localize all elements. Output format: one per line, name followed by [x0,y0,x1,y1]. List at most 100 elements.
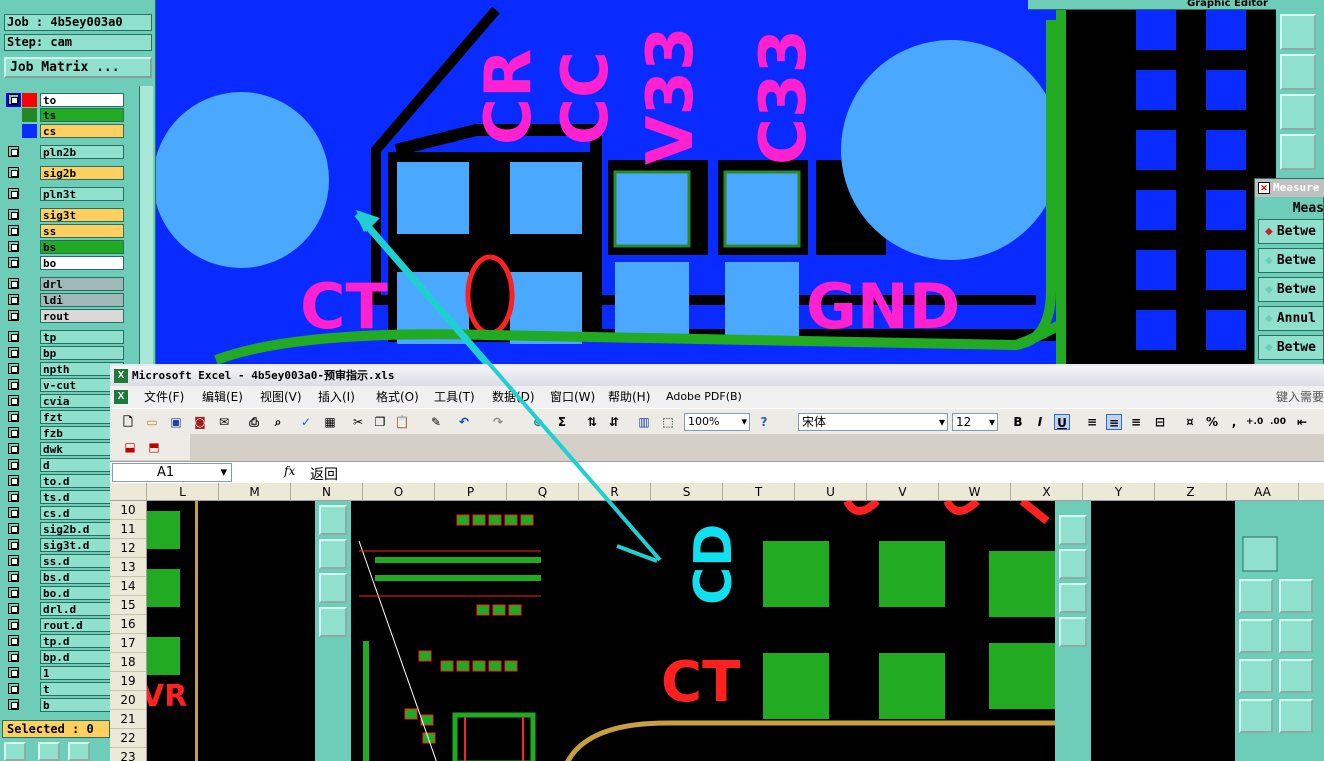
measure-option[interactable]: ◆ Betwe [1258,335,1324,360]
column-header[interactable]: U [795,483,867,501]
layer-checkbox[interactable] [8,427,19,438]
row-header[interactable]: 10 [110,501,146,520]
italic-icon[interactable]: I [1032,414,1048,430]
font-size-select[interactable]: 12 ▾ [952,413,998,431]
measure-option[interactable]: ◆ Betwe [1258,248,1324,273]
column-header[interactable]: L [147,483,219,501]
layer-row[interactable]: ts [6,108,124,122]
column-header[interactable]: W [939,483,1011,501]
layer-name[interactable]: drl [40,277,124,291]
layer-name[interactable]: tp [40,330,124,344]
layer-row[interactable]: t [6,682,124,696]
zoom-home-icon[interactable] [1280,14,1316,50]
pad-icon[interactable] [1239,699,1273,733]
layer-name[interactable]: to [40,93,124,107]
layer-name[interactable]: bp [40,346,124,360]
menu-edit[interactable]: 编辑(E) [202,386,243,408]
row-header[interactable]: 23 [110,748,146,761]
layer-row[interactable]: drl [6,277,124,291]
sheet-grid[interactable]: CD CT VR [147,501,1324,761]
comma-icon[interactable]: , [1226,414,1242,430]
permission-icon[interactable]: ◙ [192,414,208,430]
layer-checkbox[interactable] [8,278,19,289]
layer-checkbox[interactable] [8,539,19,550]
open-icon[interactable]: ▭ [144,414,160,430]
layer-row[interactable]: bo.d [6,586,124,600]
column-header[interactable]: Z [1155,483,1227,501]
layer-checkbox[interactable] [8,523,19,534]
row-header[interactable]: 15 [110,596,146,615]
layer-color-swatch[interactable] [22,93,37,107]
layer-name[interactable]: cs [40,124,124,138]
column-header[interactable]: X [1011,483,1083,501]
fx-icon[interactable]: fx [284,464,295,478]
layer-color-swatch[interactable] [22,108,37,122]
column-header[interactable]: AA [1227,483,1299,501]
layer-checkbox[interactable] [8,603,19,614]
layer-row[interactable]: rout.d [6,618,124,632]
layer-row[interactable]: sig3t.d [6,538,124,552]
row-header[interactable]: 16 [110,615,146,634]
layer-row[interactable]: 1 [6,666,124,680]
excel-title-bar[interactable]: X Microsoft Excel - 4b5ey003a0-预审指示.xls [110,366,1324,386]
column-header[interactable]: M [219,483,291,501]
layer-row[interactable]: v-cut [6,378,124,392]
menu-adobe-pdf[interactable]: Adobe PDF(B) [666,386,742,408]
row-header[interactable]: 11 [110,520,146,539]
pointer-icon[interactable] [1279,579,1313,613]
zoom-select[interactable]: 100% ▾ [684,413,750,431]
layer-checkbox[interactable] [8,683,19,694]
layer-row[interactable]: tp [6,330,124,344]
layer-checkbox[interactable] [8,209,19,220]
layer-color-swatch[interactable] [22,124,37,138]
measure-icon[interactable] [1280,134,1316,170]
layer-name[interactable]: pln3t [40,187,124,201]
currency-icon[interactable]: ¤ [1182,414,1198,430]
indent-icon[interactable]: ⇤ [1294,414,1310,430]
row-header[interactable]: 13 [110,558,146,577]
layer-checkbox[interactable] [8,443,19,454]
layer-checkbox[interactable] [8,475,19,486]
close-icon[interactable]: ✕ [1258,182,1270,194]
align-left-icon[interactable]: ≡ [1084,414,1100,430]
row-header[interactable]: 18 [110,653,146,672]
layer-name[interactable]: pln2b [40,145,124,159]
layer-checkbox[interactable] [8,94,19,105]
zoom-fit-icon[interactable] [1059,583,1087,613]
layer-row[interactable]: b [6,698,124,712]
measure-option[interactable]: ◆ Annul [1258,306,1324,331]
cross-icon[interactable] [1279,619,1313,653]
layer-row[interactable]: bp.d [6,650,124,664]
row-header[interactable]: 12 [110,539,146,558]
layer-row[interactable]: bs [6,240,124,254]
layer-checkbox[interactable] [8,651,19,662]
layer-checkbox[interactable] [8,257,19,268]
layer-checkbox[interactable] [8,379,19,390]
layer-color-swatch[interactable] [6,108,21,122]
row-header[interactable]: 19 [110,672,146,691]
layer-checkbox[interactable] [8,587,19,598]
layer-name[interactable]: sig3t [40,208,124,222]
align-right-icon[interactable]: ≡ [1128,414,1144,430]
layer-row[interactable]: pln3t [6,187,124,201]
research-icon[interactable]: ▦ [322,414,338,430]
column-header[interactable]: T [723,483,795,501]
layer-checkbox[interactable] [8,363,19,374]
measure-icon[interactable] [1239,579,1273,613]
zoom-in-icon[interactable] [1059,515,1087,545]
layer-row[interactable]: cs.d [6,506,124,520]
dash-icon[interactable] [1279,699,1313,733]
layer-row[interactable]: rout [6,309,124,323]
layer-row[interactable]: d [6,458,124,472]
layer-row[interactable]: npth [6,362,124,376]
zoom-area-icon[interactable] [319,607,347,637]
tool-button[interactable] [38,742,60,761]
font-name-select[interactable]: 宋体 ▾ [798,413,948,431]
zoom-out-icon[interactable] [319,539,347,569]
layer-checkbox[interactable] [8,459,19,470]
layer-row[interactable]: dwk [6,442,124,456]
net-icon[interactable] [1239,619,1273,653]
layer-name[interactable]: ldi [40,293,124,307]
layer-checkbox[interactable] [8,146,19,157]
column-header[interactable]: Y [1083,483,1155,501]
